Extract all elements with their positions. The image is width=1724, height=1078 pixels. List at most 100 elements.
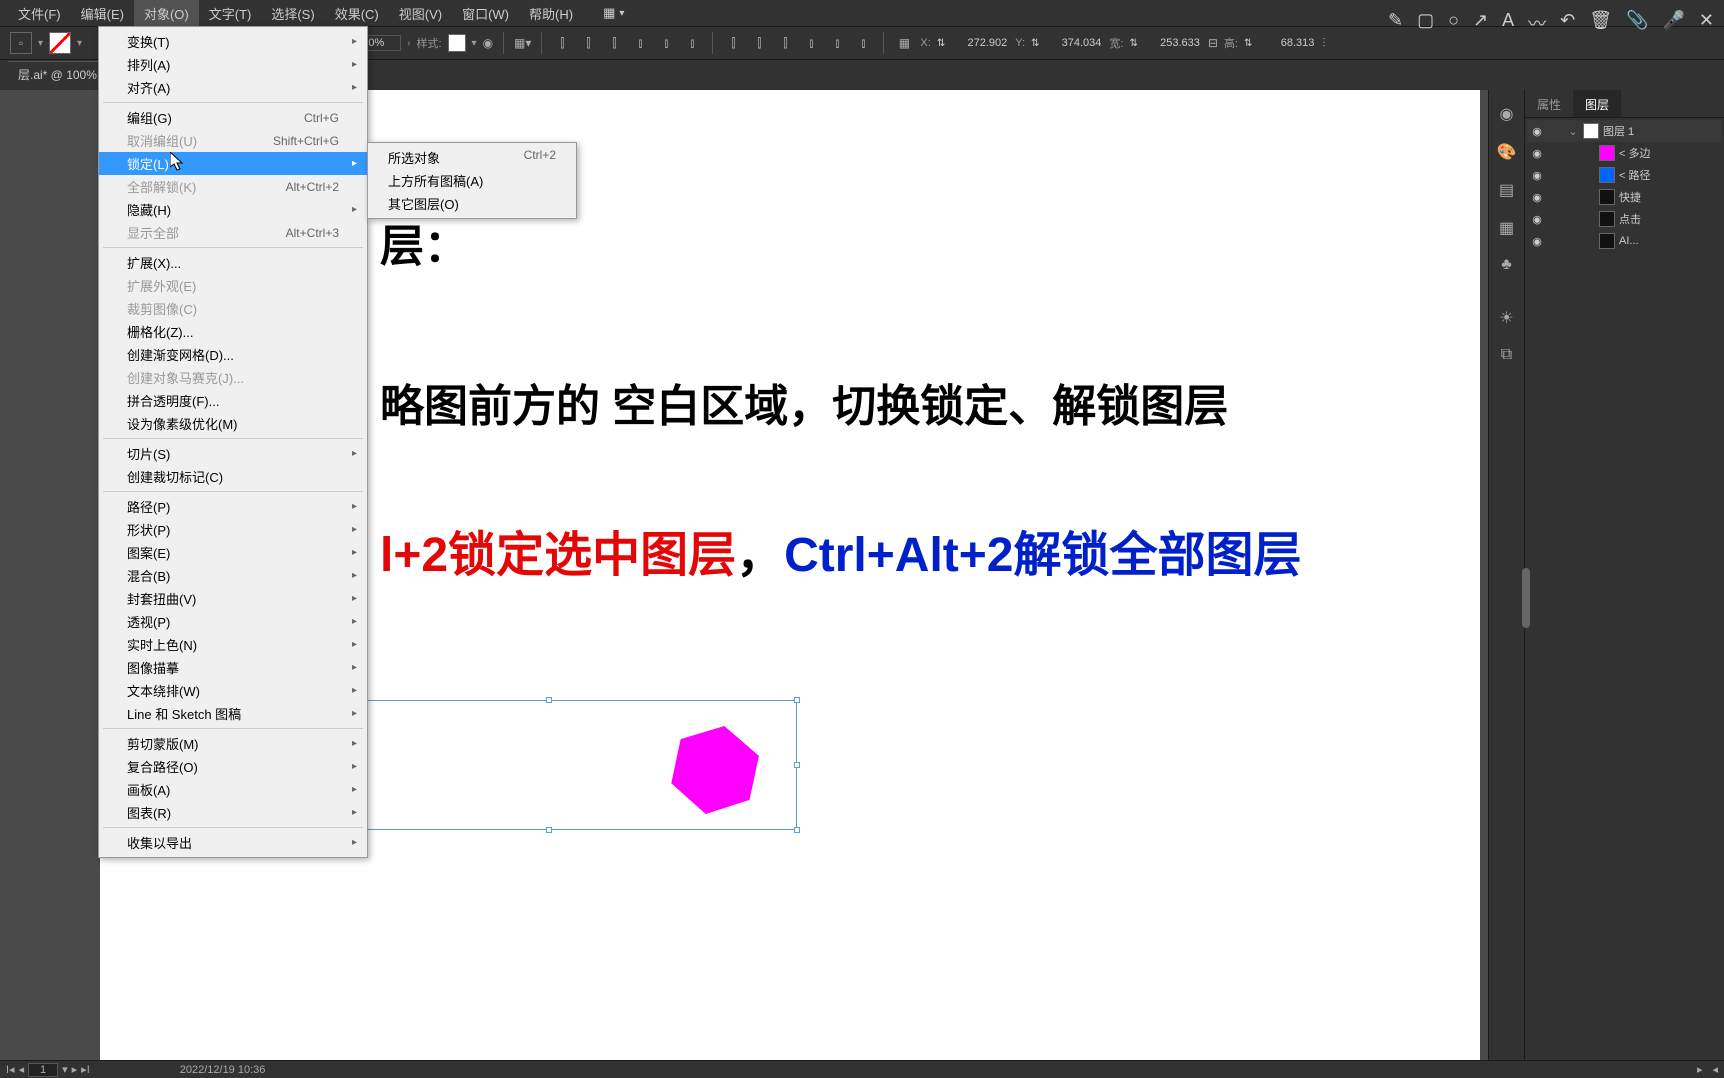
workspace-switcher[interactable]: ▦▾ (603, 5, 624, 21)
align-top-icon[interactable]: ⫾ (630, 33, 650, 53)
transform-icon[interactable]: ▦ (894, 33, 914, 53)
menu-item[interactable]: 剪切蒙版(M)▸ (99, 732, 367, 755)
expand-icon[interactable]: ⌄ (1567, 125, 1579, 138)
menu-item[interactable]: 收集以导出▸ (99, 831, 367, 854)
next-page-icon[interactable]: ▸ (72, 1063, 78, 1076)
layer-name[interactable]: AI... (1619, 235, 1720, 247)
y-input[interactable] (1045, 36, 1103, 50)
style-swatch[interactable] (448, 34, 466, 52)
rect-tool-icon[interactable]: ▢ (1417, 10, 1434, 36)
menu-item[interactable]: 编组(G)Ctrl+G (99, 106, 367, 129)
artboards-icon[interactable]: ⧉ (1501, 346, 1512, 364)
brightness-icon[interactable]: ☀ (1499, 308, 1513, 328)
align-right-icon[interactable]: ⫿ (604, 33, 624, 53)
x-input[interactable] (951, 36, 1009, 50)
first-page-icon[interactable]: I◂ (6, 1063, 15, 1076)
line-tool-icon[interactable]: ↗ (1473, 10, 1488, 36)
menu-edit[interactable]: 编辑(E) (71, 0, 134, 27)
no-selection-icon[interactable]: ▫ (10, 32, 32, 54)
layer-name[interactable]: 点击 (1619, 211, 1720, 227)
menu-item[interactable]: 扩展(X)... (99, 251, 367, 274)
menu-object[interactable]: 对象(O) (134, 0, 199, 27)
library-icon[interactable]: ▤ (1499, 180, 1514, 200)
distribute-vcenter-icon[interactable]: ⫿ (749, 33, 769, 53)
w-stepper-icon[interactable]: ⇅ (1129, 38, 1137, 49)
menu-type[interactable]: 文字(T) (199, 0, 262, 27)
align-menu-icon[interactable]: ▦▾ (514, 36, 531, 50)
link-wh-icon[interactable]: ⊟ (1208, 36, 1218, 50)
layer-row[interactable]: ◉ ⌄ 图层 1 (1527, 120, 1722, 142)
menu-item[interactable]: 设为像素级优化(M) (99, 412, 367, 435)
menu-item[interactable]: 图案(E)▸ (99, 541, 367, 564)
submenu-item[interactable]: 所选对象Ctrl+2 (368, 146, 576, 169)
lock-submenu[interactable]: 所选对象Ctrl+2上方所有图稿(A)其它图层(O) (367, 142, 577, 219)
prev-page-icon[interactable]: ◂ (19, 1063, 25, 1076)
scroll-right-icon[interactable]: ◂ (1712, 1063, 1718, 1076)
menu-item[interactable]: 画板(A)▸ (99, 778, 367, 801)
h-input[interactable] (1258, 36, 1316, 50)
submenu-item[interactable]: 其它图层(O) (368, 192, 576, 215)
color-icon[interactable]: 🎨 (1497, 142, 1517, 162)
vertical-scrollbar[interactable] (1522, 568, 1530, 628)
menu-item[interactable]: 复合路径(O)▸ (99, 755, 367, 778)
y-stepper-icon[interactable]: ⇅ (1031, 38, 1039, 49)
scroll-left-icon[interactable]: ▸ (1697, 1063, 1703, 1076)
distribute-right-icon[interactable]: ⫾ (853, 33, 873, 53)
visibility-icon[interactable]: ◉ (1529, 213, 1545, 226)
menu-item[interactable]: 路径(P)▸ (99, 495, 367, 518)
align-hcenter-icon[interactable]: ⫿ (578, 33, 598, 53)
tab-properties[interactable]: 属性 (1525, 90, 1573, 117)
menu-item[interactable]: 实时上色(N)▸ (99, 633, 367, 656)
menu-item[interactable]: 变换(T)▸ (99, 30, 367, 53)
align-bottom-icon[interactable]: ⫾ (682, 33, 702, 53)
visibility-icon[interactable]: ◉ (1529, 169, 1545, 182)
menu-item[interactable]: 混合(B)▸ (99, 564, 367, 587)
ellipse-tool-icon[interactable]: ○ (1448, 10, 1459, 36)
distribute-bottom-icon[interactable]: ⫿ (775, 33, 795, 53)
visibility-icon[interactable]: ◉ (1529, 235, 1545, 248)
dropdown-arrow-icon[interactable]: ▾ (77, 38, 82, 49)
menu-item[interactable]: 形状(P)▸ (99, 518, 367, 541)
layer-row[interactable]: ◉ < 多边 (1527, 142, 1722, 164)
layer-name[interactable]: < 多边 (1619, 145, 1720, 161)
tab-layers[interactable]: 图层 (1573, 90, 1621, 117)
menu-item[interactable]: 文本绕排(W)▸ (99, 679, 367, 702)
symbols-icon[interactable]: ♣ (1501, 256, 1512, 274)
menu-item[interactable]: 隐藏(H)▸ (99, 198, 367, 221)
dropdown-arrow-icon[interactable]: ▾ (38, 38, 43, 49)
menu-item[interactable]: 封套扭曲(V)▸ (99, 587, 367, 610)
undo-icon[interactable]: ↶ (1560, 10, 1575, 36)
menu-item[interactable]: 锁定(L)▸ (99, 152, 367, 175)
menu-item[interactable]: 排列(A)▸ (99, 53, 367, 76)
swatches-icon[interactable]: ▦ (1499, 218, 1514, 238)
align-vcenter-icon[interactable]: ⫾ (656, 33, 676, 53)
layer-row[interactable]: ◉ 快捷 (1527, 186, 1722, 208)
menu-window[interactable]: 窗口(W) (452, 0, 519, 27)
menu-file[interactable]: 文件(F) (8, 0, 71, 27)
edit-tool-icon[interactable]: ✎ (1388, 10, 1403, 36)
fill-swatch[interactable] (49, 32, 71, 54)
menu-item[interactable]: 透视(P)▸ (99, 610, 367, 633)
menu-item[interactable]: 图像描摹▸ (99, 656, 367, 679)
inspector-icon[interactable]: ◉ (1500, 104, 1514, 124)
close-icon[interactable]: ✕ (1699, 10, 1714, 36)
submenu-item[interactable]: 上方所有图稿(A) (368, 169, 576, 192)
menu-item[interactable]: 栅格化(Z)... (99, 320, 367, 343)
text-tool-icon[interactable]: A (1502, 10, 1514, 36)
visibility-icon[interactable]: ◉ (1529, 147, 1545, 160)
layer-name[interactable]: < 路径 (1619, 167, 1720, 183)
mic-icon[interactable]: 🎤 (1662, 10, 1684, 36)
layer-name[interactable]: 快捷 (1619, 189, 1720, 205)
menu-help[interactable]: 帮助(H) (519, 0, 583, 27)
brush-tool-icon[interactable]: 〰 (1528, 10, 1546, 36)
more-options-icon[interactable]: ⫶ (1322, 36, 1325, 51)
x-stepper-icon[interactable]: ⇅ (937, 38, 945, 49)
page-number[interactable]: 1 (28, 1063, 58, 1077)
page-navigator[interactable]: I◂ ◂ 1 ▾ ▸ ▸I (6, 1063, 90, 1077)
distribute-hcenter-icon[interactable]: ⫾ (827, 33, 847, 53)
menu-view[interactable]: 视图(V) (389, 0, 452, 27)
layer-row[interactable]: ◉ < 路径 (1527, 164, 1722, 186)
w-input[interactable] (1144, 36, 1202, 50)
distribute-top-icon[interactable]: ⫿ (723, 33, 743, 53)
page-dropdown-icon[interactable]: ▾ (62, 1063, 68, 1076)
